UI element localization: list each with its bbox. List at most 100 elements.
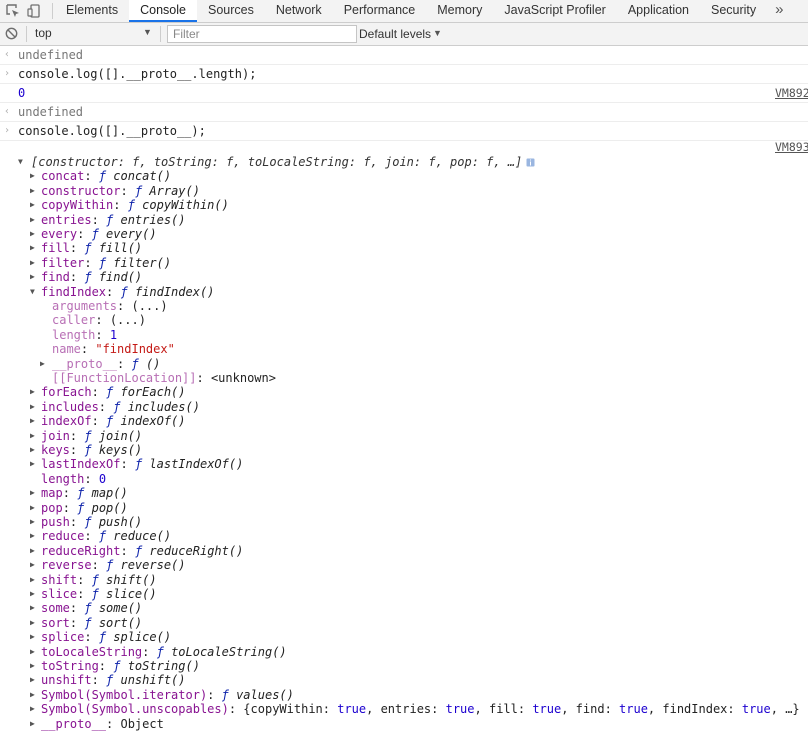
expand-closed-icon[interactable]: ▶ [30, 443, 35, 457]
expand-closed-icon[interactable]: ▶ [30, 241, 35, 255]
expand-closed-icon[interactable]: ▶ [30, 457, 35, 471]
tree-property-row[interactable]: sort: ƒ sort() [41, 616, 142, 630]
expand-closed-icon[interactable]: ▶ [30, 256, 35, 270]
tree-property-row[interactable]: Symbol(Symbol.iterator): ƒ values() [41, 688, 294, 702]
expand-closed-icon[interactable]: ▶ [30, 630, 35, 644]
tab-security[interactable]: Security [700, 0, 767, 22]
object-summary[interactable]: [constructor: f, toString: f, toLocaleSt… [31, 155, 535, 169]
tree-property-row[interactable]: toLocaleString: ƒ toLocaleString() [41, 645, 287, 659]
expand-closed-icon[interactable]: ▶ [30, 400, 35, 414]
tree-property-row[interactable]: shift: ƒ shift() [41, 573, 157, 587]
tree-child-row[interactable]: caller: (...) [52, 313, 146, 327]
tree-child-row[interactable]: name: "findIndex" [52, 342, 175, 356]
property-key: lastIndexOf [41, 457, 121, 471]
expand-open-icon[interactable]: ▼ [18, 155, 23, 169]
expand-closed-icon[interactable]: ▶ [30, 501, 35, 515]
tree-property-row[interactable]: push: ƒ push() [41, 515, 142, 529]
expand-closed-icon[interactable]: ▶ [30, 486, 35, 500]
tab-javascript-profiler[interactable]: JavaScript Profiler [493, 0, 616, 22]
tree-property-row[interactable]: includes: ƒ includes() [41, 400, 200, 414]
expand-closed-icon[interactable]: ▶ [30, 645, 35, 659]
tree-property-row[interactable]: entries: ƒ entries() [41, 213, 186, 227]
expand-closed-icon[interactable]: ▶ [30, 515, 35, 529]
tree-child-row[interactable]: __proto__: ƒ () [52, 357, 160, 371]
filter-input[interactable] [167, 25, 357, 43]
device-toolbar-icon[interactable] [27, 4, 41, 18]
source-link[interactable]: VM892 [775, 86, 808, 100]
expand-closed-icon[interactable]: ▶ [30, 688, 35, 702]
context-dropdown-arrow-icon[interactable]: ▼ [143, 27, 152, 37]
tree-property-row[interactable]: unshift: ƒ unshift() [41, 673, 186, 687]
tab-network[interactable]: Network [265, 0, 333, 22]
expand-closed-icon[interactable]: ▶ [30, 673, 35, 687]
tree-property-row[interactable]: filter: ƒ filter() [41, 256, 171, 270]
expand-closed-icon[interactable]: ▶ [30, 184, 35, 198]
expand-closed-icon[interactable]: ▶ [30, 429, 35, 443]
tree-property-row[interactable]: reduceRight: ƒ reduceRight() [41, 544, 243, 558]
tree-property-row[interactable]: keys: ƒ keys() [41, 443, 142, 457]
tree-property-row[interactable]: reduce: ƒ reduce() [41, 529, 171, 543]
tree-property-row[interactable]: splice: ƒ splice() [41, 630, 171, 644]
tree-property-row[interactable]: findIndex: ƒ findIndex() [41, 285, 214, 299]
tree-property-row[interactable]: map: ƒ map() [41, 486, 128, 500]
expand-closed-icon[interactable]: ▶ [30, 169, 35, 183]
more-tabs-button[interactable]: » [767, 0, 791, 22]
tab-memory[interactable]: Memory [426, 0, 493, 22]
tree-property-row[interactable]: some: ƒ some() [41, 601, 142, 615]
expand-closed-icon[interactable]: ▶ [30, 616, 35, 630]
log-levels-dropdown[interactable]: Default levels [359, 27, 431, 41]
expand-closed-icon[interactable]: ▶ [30, 544, 35, 558]
tree-property-row[interactable]: slice: ƒ slice() [41, 587, 157, 601]
expand-closed-icon[interactable]: ▶ [30, 529, 35, 543]
expand-closed-icon[interactable]: ▶ [30, 227, 35, 241]
expand-closed-icon[interactable]: ▶ [40, 357, 45, 371]
property-key: length [41, 472, 85, 486]
expand-closed-icon[interactable]: ▶ [30, 717, 35, 731]
tab-console[interactable]: Console [129, 0, 197, 22]
expand-closed-icon[interactable]: ▶ [30, 601, 35, 615]
info-icon[interactable] [526, 158, 535, 167]
expand-closed-icon[interactable]: ▶ [30, 270, 35, 284]
tree-property-row[interactable]: copyWithin: ƒ copyWithin() [41, 198, 229, 212]
tree-property-row[interactable]: every: ƒ every() [41, 227, 157, 241]
tree-property-row[interactable]: join: ƒ join() [41, 429, 142, 443]
tree-property-row[interactable]: Symbol(Symbol.unscopables): {copyWithin:… [41, 702, 800, 716]
expand-closed-icon[interactable]: ▶ [30, 414, 35, 428]
context-selector[interactable]: top [35, 26, 52, 40]
clear-console-icon[interactable] [5, 27, 18, 40]
expand-closed-icon[interactable]: ▶ [30, 587, 35, 601]
tab-sources[interactable]: Sources [197, 0, 265, 22]
expand-closed-icon[interactable]: ▶ [30, 659, 35, 673]
tab-application[interactable]: Application [617, 0, 700, 22]
expand-closed-icon[interactable]: ▶ [30, 573, 35, 587]
tree-property-row[interactable]: pop: ƒ pop() [41, 501, 128, 515]
property-value: findIndex() [134, 285, 215, 299]
tree-property-row[interactable]: constructor: ƒ Array() [41, 184, 200, 198]
console-output: ‹ undefined › console.log([].__proto__.l… [0, 46, 808, 742]
tree-property-row[interactable]: reverse: ƒ reverse() [41, 558, 186, 572]
property-value: toLocaleString() [171, 645, 287, 659]
property-value: sort() [98, 616, 143, 630]
tree-property-row[interactable]: find: ƒ find() [41, 270, 142, 284]
expand-closed-icon[interactable]: ▶ [30, 385, 35, 399]
tree-child-row[interactable]: arguments: (...) [52, 299, 168, 313]
tree-property-row[interactable]: __proto__: Object [41, 717, 164, 731]
tree-child-row[interactable]: [[FunctionLocation]]: <unknown> [52, 371, 276, 385]
expand-closed-icon[interactable]: ▶ [30, 213, 35, 227]
expand-closed-icon[interactable]: ▶ [30, 702, 35, 716]
expand-closed-icon[interactable]: ▶ [30, 198, 35, 212]
levels-dropdown-arrow-icon[interactable]: ▼ [433, 28, 442, 38]
expand-closed-icon[interactable]: ▶ [30, 558, 35, 572]
expand-open-icon[interactable]: ▼ [30, 285, 35, 299]
inspect-icon[interactable] [6, 4, 20, 18]
tree-property-row[interactable]: indexOf: ƒ indexOf() [41, 414, 186, 428]
tab-elements[interactable]: Elements [55, 0, 129, 22]
tree-property-row[interactable]: lastIndexOf: ƒ lastIndexOf() [41, 457, 243, 471]
tree-property-row[interactable]: forEach: ƒ forEach() [41, 385, 186, 399]
tab-performance[interactable]: Performance [333, 0, 427, 22]
tree-property-row[interactable]: toString: ƒ toString() [41, 659, 200, 673]
tree-property-row[interactable]: fill: ƒ fill() [41, 241, 142, 255]
result-arrow-icon: ‹ [4, 106, 11, 117]
tree-property-row[interactable]: concat: ƒ concat() [41, 169, 171, 183]
tree-child-row[interactable]: length: 1 [52, 328, 117, 342]
